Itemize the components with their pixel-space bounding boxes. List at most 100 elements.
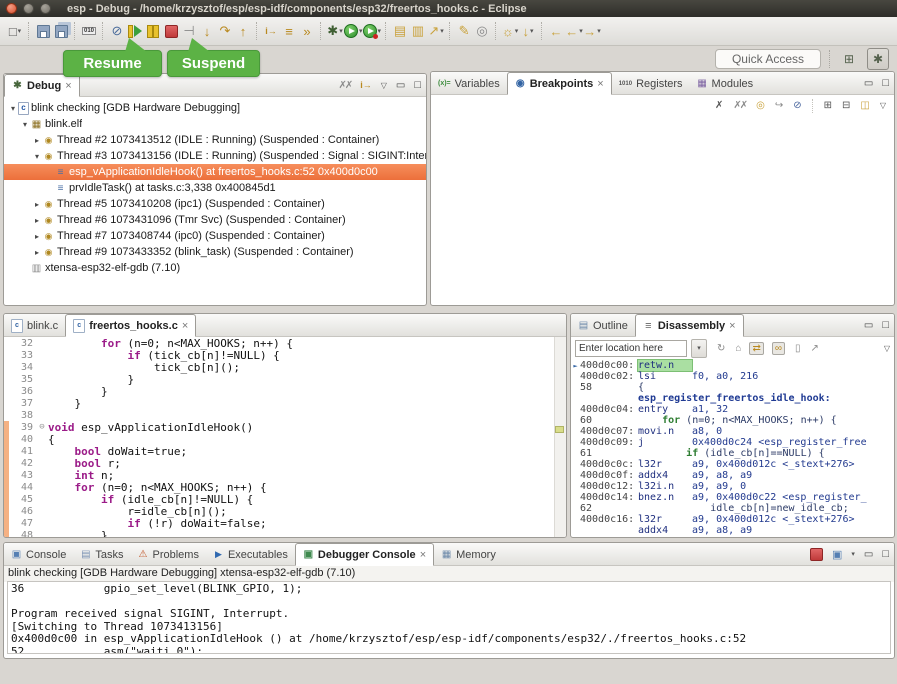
debug-tree-row[interactable]: ▾◉Thread #3 1073413156 (IDLE : Running) … [4, 148, 426, 164]
debug-tree-row[interactable]: ≡prvIdleTask() at tasks.c:3,338 0x400845… [4, 180, 426, 196]
expand-all-icon[interactable] [824, 100, 832, 111]
debug-tree-row[interactable]: ▸◉Thread #7 1073408744 (ipc0) (Suspended… [4, 228, 426, 244]
console-output[interactable]: 36 gpio_set_level(BLINK_GPIO, 1); Progra… [7, 581, 891, 654]
tree-expander-icon[interactable]: ▸ [32, 200, 42, 209]
back-icon[interactable]: ←▾ [565, 20, 583, 42]
disassembly-row[interactable]: 400d0c0c:l32ra9, 0x400d012c <_stext+276> [571, 459, 894, 470]
code-line[interactable]: 34 tick_cb[n](); [4, 361, 566, 373]
tab-freertos-hooks-c[interactable]: c freertos_hooks.c [65, 314, 196, 337]
debug-tree-row[interactable]: ▸◉Thread #6 1073431096 (Tmr Svc) (Suspen… [4, 212, 426, 228]
close-icon[interactable] [420, 549, 426, 561]
sync-selection-icon[interactable] [749, 342, 763, 355]
remove-breakpoint-icon[interactable] [715, 100, 723, 111]
tab-disassembly[interactable]: Disassembly [635, 314, 744, 337]
code-line[interactable]: 39⊖void esp_vApplicationIdleHook() [4, 421, 566, 433]
minimize-icon[interactable] [864, 320, 873, 331]
code-line[interactable]: 42 bool r; [4, 457, 566, 469]
code-line[interactable]: 48 } [4, 529, 566, 538]
use-step-filters-icon[interactable]: » [298, 20, 316, 42]
export-icon[interactable] [810, 343, 818, 354]
code-line[interactable]: 36 } [4, 385, 566, 397]
disassembly-row[interactable]: 400d0c14:bnez.na9, 0x400d0c22 <esp_regis… [571, 492, 894, 503]
tab-problems[interactable]: Problems [130, 544, 205, 565]
code-line[interactable]: 41 bool doWait=true; [4, 445, 566, 457]
skip-all-breakpoints-icon[interactable]: ⊘ [108, 20, 126, 42]
debug-tree-row[interactable]: ▾cblink checking [GDB Hardware Debugging… [4, 100, 426, 116]
disassembly-row[interactable]: ►400d0c00:retw.n [571, 360, 894, 371]
view-menu-icon[interactable] [884, 344, 890, 353]
window-maximize-button[interactable] [40, 3, 51, 14]
tab-outline[interactable]: Outline [571, 315, 635, 336]
launch-icon[interactable]: ↗▾ [427, 20, 445, 42]
code-line[interactable]: 40{ [4, 433, 566, 445]
debug-tree-row[interactable]: ▥xtensa-esp32-elf-gdb (7.10) [4, 260, 426, 276]
show-source-icon[interactable]: ≡ [280, 20, 298, 42]
next-annotation-icon[interactable]: ↓▾ [519, 20, 537, 42]
disassembly-row[interactable]: 62 idle_cb[n]=new_idle_cb; [571, 503, 894, 514]
disassembly-row[interactable]: 400d0c02:lsif0, a0, 216 [571, 371, 894, 382]
external-tools-icon[interactable]: ▾ [363, 20, 382, 42]
quick-access-button[interactable]: Quick Access [715, 49, 821, 69]
last-edit-location-icon[interactable]: ← [547, 20, 565, 42]
disassembly-row[interactable]: 400d0c07:movi.na8, 0 [571, 426, 894, 437]
tab-modules[interactable]: Modules [690, 73, 761, 94]
toggle-annotation-icon[interactable]: ☼▾ [501, 20, 519, 42]
instruction-stepping-icon[interactable]: i→ [262, 20, 280, 42]
tab-executables[interactable]: Executables [206, 544, 295, 565]
code-line[interactable]: 46 r=idle_cb[n](); [4, 505, 566, 517]
disassembly-row[interactable]: 400d0c0f:addx4a9, a8, a9 [571, 470, 894, 481]
debug-tree-row[interactable]: ▸◉Thread #9 1073433352 (blink_task) (Sus… [4, 244, 426, 260]
window-minimize-button[interactable] [23, 3, 34, 14]
collapse-all-icon[interactable] [842, 100, 850, 111]
location-input[interactable]: Enter location here [575, 340, 687, 357]
tree-expander-icon[interactable]: ▸ [32, 136, 42, 145]
format-icon[interactable]: ✎ [455, 20, 473, 42]
code-line[interactable]: 45 if (idle_cb[n]!=NULL) { [4, 493, 566, 505]
group-by-icon[interactable] [860, 100, 869, 111]
forward-icon[interactable]: →▾ [583, 20, 601, 42]
run-icon[interactable]: ▾ [344, 20, 363, 42]
tree-expander-icon[interactable]: ▾ [20, 120, 30, 129]
remove-all-terminated-icon[interactable] [338, 80, 351, 91]
tree-expander-icon[interactable]: ▸ [32, 232, 42, 241]
close-icon[interactable] [182, 320, 188, 332]
location-dropdown-icon[interactable]: ▾ [691, 339, 707, 358]
skip-all-breakpoints-icon[interactable] [793, 100, 801, 111]
disassembly-row[interactable]: 58{ [571, 382, 894, 393]
disassembly-row[interactable]: 400d0c12:l32i.na9, a9, 0 [571, 481, 894, 492]
close-icon[interactable] [597, 78, 603, 90]
code-line[interactable]: 32 for (n=0; n<MAX_HOOKS; n++) { [4, 337, 566, 349]
refresh-icon[interactable] [717, 343, 725, 354]
code-line[interactable]: 35 } [4, 373, 566, 385]
console-dropdown-icon[interactable]: ▾ [851, 550, 855, 558]
tab-variables[interactable]: Variables [431, 73, 507, 94]
debug-icon[interactable]: ✱▾ [326, 20, 344, 42]
save-all-icon[interactable] [52, 20, 70, 42]
minimize-icon[interactable] [864, 549, 873, 560]
code-line[interactable]: 37 } [4, 397, 566, 409]
open-resource-icon[interactable]: ▥ [409, 20, 427, 42]
tab-registers[interactable]: Registers [612, 73, 690, 94]
tab-memory[interactable]: Memory [434, 544, 503, 565]
tab-debugger-console[interactable]: Debugger Console [295, 543, 434, 566]
tab-debug[interactable]: Debug [4, 74, 80, 97]
code-line[interactable]: 47 if (!r) doWait=false; [4, 517, 566, 529]
disassembly-row[interactable]: 400d0c16:l32ra9, 0x400d012c <_stext+276> [571, 514, 894, 525]
disassembly-row[interactable]: esp_register_freertos_idle_hook: [571, 393, 894, 404]
title-bar[interactable]: esp - Debug - /home/krzysztof/esp/esp-id… [0, 0, 897, 17]
view-menu-icon[interactable] [880, 101, 886, 110]
disassembly-content[interactable]: ►400d0c00:retw.n400d0c02:lsif0, a0, 2165… [571, 359, 894, 538]
tab-breakpoints[interactable]: Breakpoints [507, 72, 612, 95]
window-close-button[interactable] [6, 3, 17, 14]
disassembly-row[interactable]: 61 if (idle_cb[n]==NULL) { [571, 448, 894, 459]
tree-expander-icon[interactable]: ▸ [32, 248, 42, 257]
copy-icon[interactable] [795, 343, 801, 354]
minimize-icon[interactable] [864, 78, 873, 89]
instruction-stepping-mode-icon[interactable] [360, 80, 372, 90]
terminate-icon[interactable] [810, 548, 823, 561]
tree-expander-icon[interactable]: ▾ [32, 152, 42, 161]
save-icon[interactable] [34, 20, 52, 42]
maximize-icon[interactable] [882, 548, 889, 560]
maximize-icon[interactable] [882, 77, 889, 89]
code-line[interactable]: 33 if (tick_cb[n]!=NULL) { [4, 349, 566, 361]
